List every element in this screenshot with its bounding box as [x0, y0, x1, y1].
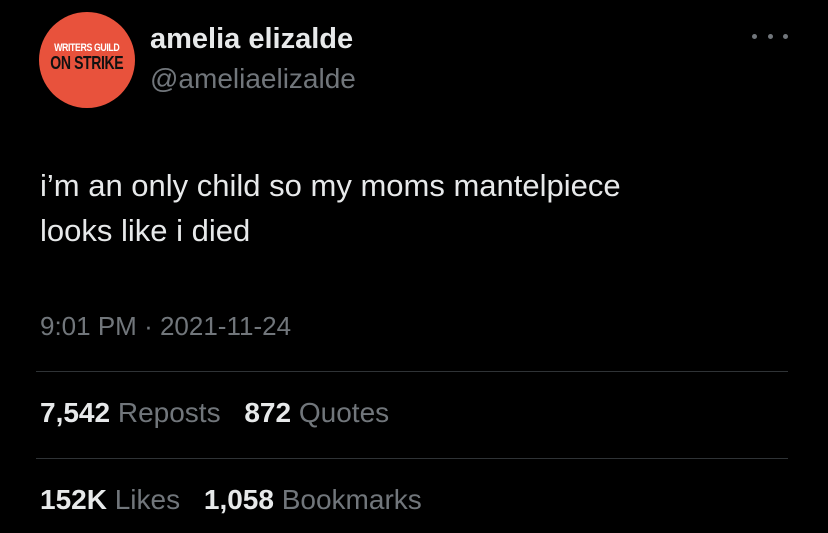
tweet-text-line: looks like i died	[40, 213, 251, 248]
quotes-stat[interactable]: 872 Quotes	[244, 396, 389, 430]
stats-row: 7,542 Reposts 872 Quotes	[40, 396, 405, 430]
quotes-count: 872	[244, 397, 292, 428]
reposts-stat[interactable]: 7,542 Reposts	[40, 396, 221, 430]
avatar-text-bottom: ON STRIKE	[50, 53, 124, 73]
stats-row: 152K Likes 1,058 Bookmarks	[40, 483, 438, 517]
tweet-text-line: i’m an only child so my moms mantelpiece	[40, 168, 621, 203]
ellipsis-dot	[783, 33, 788, 39]
tweet-card: WRITERS GUILD ON STRIKE amelia elizalde …	[0, 0, 828, 533]
likes-label: Likes	[114, 484, 181, 515]
likes-count: 152K	[40, 484, 107, 515]
tweet-text: i’m an only child so my moms mantelpiece…	[40, 163, 800, 253]
ellipsis-dot	[752, 33, 757, 39]
divider	[36, 371, 788, 372]
tweet-date: 2021-11-24	[159, 311, 292, 341]
timestamp[interactable]: 9:01 PM · 2021-11-24	[40, 309, 291, 343]
bookmarks-count: 1,058	[203, 484, 274, 515]
bookmarks-stat[interactable]: 1,058 Bookmarks	[204, 483, 422, 517]
avatar[interactable]: WRITERS GUILD ON STRIKE	[39, 12, 135, 108]
quotes-label: Quotes	[298, 397, 390, 428]
ellipsis-dot	[767, 33, 773, 39]
author-handle[interactable]: @ameliaelizalde	[150, 62, 356, 96]
likes-stat[interactable]: 152K Likes	[40, 483, 180, 517]
reposts-label: Reposts	[117, 397, 221, 428]
tweet-time: 9:01 PM	[40, 311, 137, 341]
divider	[36, 458, 788, 459]
meta-separator: ·	[144, 311, 153, 341]
bookmarks-label: Bookmarks	[281, 484, 422, 515]
ellipsis-icon[interactable]	[752, 26, 788, 46]
reposts-count: 7,542	[40, 397, 111, 428]
author-display-name[interactable]: amelia elizalde	[150, 22, 353, 56]
